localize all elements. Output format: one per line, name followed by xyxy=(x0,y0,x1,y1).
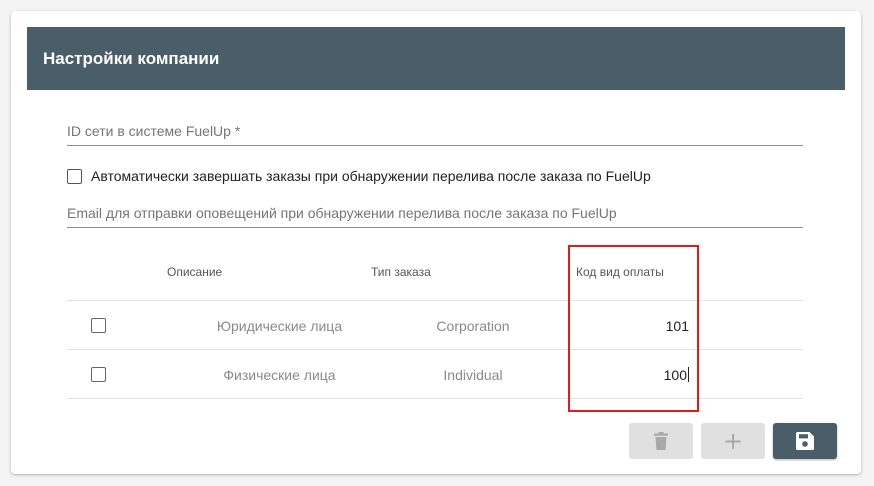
network-id-field xyxy=(67,123,803,146)
notify-email-input[interactable] xyxy=(67,205,803,227)
auto-complete-option[interactable]: Автоматически завершать заказы при обнар… xyxy=(67,168,651,184)
trash-icon xyxy=(654,432,668,450)
floppy-disk-icon xyxy=(796,432,814,450)
table-divider xyxy=(67,398,803,399)
row-order-type: Corporation xyxy=(436,318,510,334)
row-order-type: Individual xyxy=(443,367,503,383)
row-checkbox[interactable] xyxy=(91,367,106,382)
row-checkbox[interactable] xyxy=(91,318,106,333)
plus-icon: + xyxy=(722,427,744,455)
row-payment-code-value: 101 xyxy=(665,318,689,334)
network-id-input[interactable] xyxy=(67,123,803,145)
table-row: Юридические лица Corporation 101 xyxy=(67,301,803,349)
add-button[interactable]: + xyxy=(701,423,765,459)
page-title: Настройки компании xyxy=(43,48,220,68)
auto-complete-label: Автоматически завершать заказы при обнар… xyxy=(91,168,651,184)
row-payment-code-input[interactable]: 100 xyxy=(577,367,689,383)
row-description: Юридические лица xyxy=(216,318,343,334)
delete-button[interactable] xyxy=(629,423,693,459)
card-header: Настройки компании xyxy=(27,27,845,90)
company-settings-card: Настройки компании Автоматически заверша… xyxy=(11,11,861,474)
auto-complete-checkbox[interactable] xyxy=(67,168,82,184)
save-button[interactable] xyxy=(773,423,837,459)
notify-email-field xyxy=(67,205,803,228)
column-header-description: Описание xyxy=(167,265,223,279)
column-header-order-type: Тип заказа xyxy=(371,265,431,279)
row-description: Физические лица xyxy=(223,367,336,383)
text-cursor xyxy=(688,367,689,382)
column-header-payment-code: Код вид оплаты xyxy=(576,265,664,279)
row-payment-code-value: 100 xyxy=(663,367,687,383)
table-row: Физические лица Individual 100 xyxy=(67,350,803,398)
row-payment-code-input[interactable]: 101 xyxy=(577,318,689,334)
